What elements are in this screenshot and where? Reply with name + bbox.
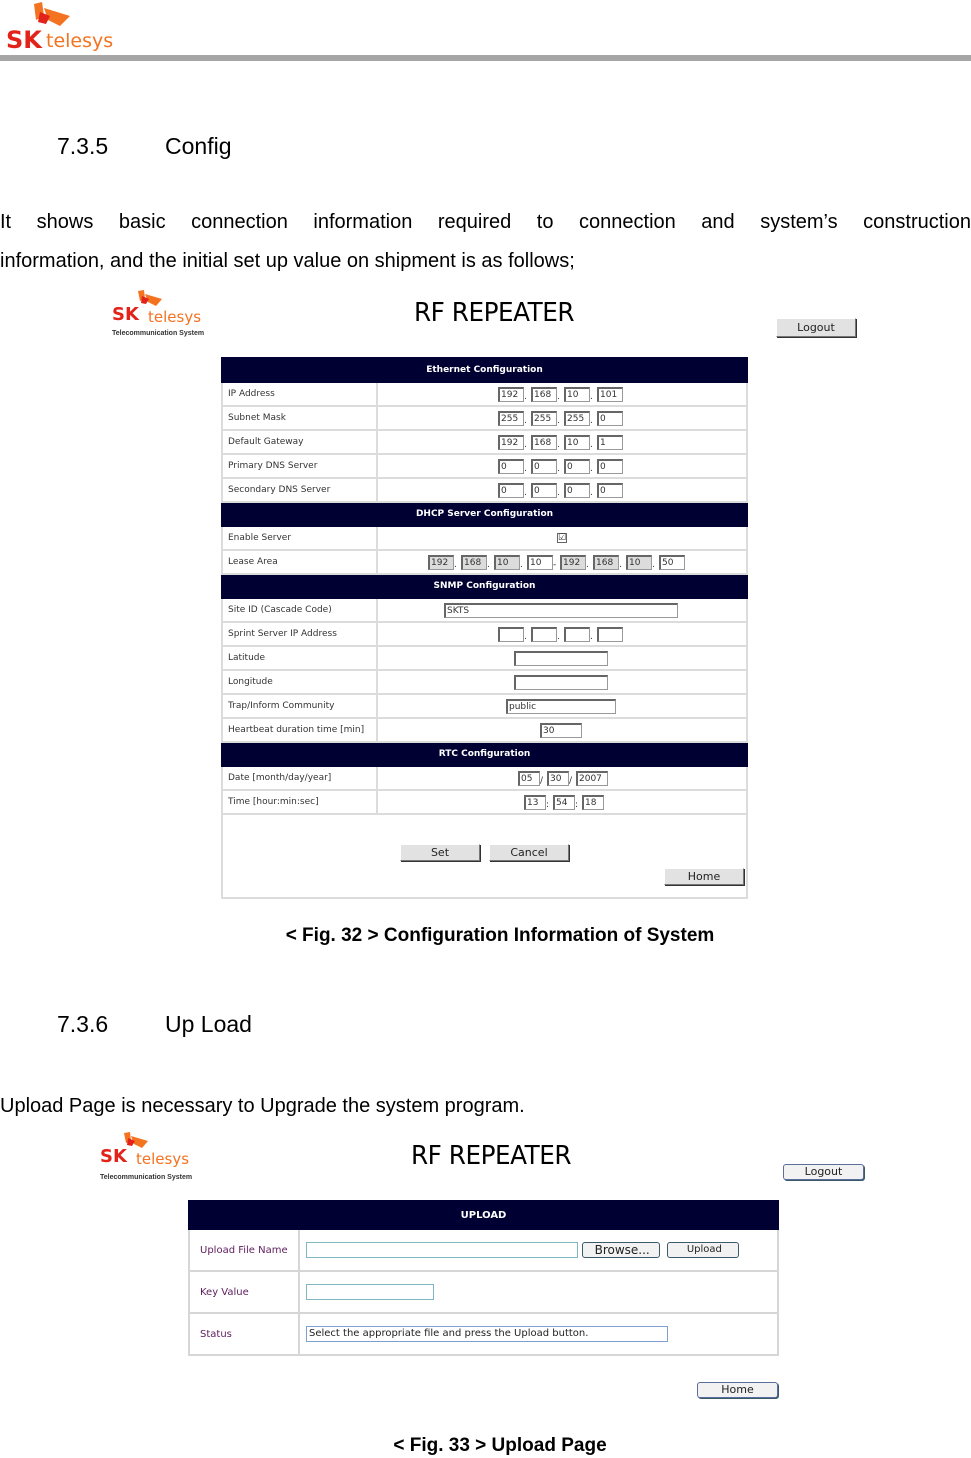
row-secondary-dns: Secondary DNS Server 0.0.0.0 (221, 477, 748, 503)
fig32-config-table: Ethernet Configuration IP Address 192. 16… (221, 357, 748, 899)
longitude-input[interactable] (514, 674, 608, 690)
dns1-octet-3[interactable]: 0 (564, 458, 590, 474)
row-latitude: Latitude (221, 645, 748, 671)
sprint-octet-3[interactable] (564, 626, 590, 642)
fig33-logo: SK telesys Telecommunication System (100, 1132, 230, 1184)
dns1-octet-4[interactable]: 0 (597, 458, 623, 474)
dns2-octet-2[interactable]: 0 (531, 482, 557, 498)
row-enable-server: Enable Server ☑ (221, 525, 748, 551)
date-year-input[interactable]: 2007 (576, 770, 608, 786)
row-upload-file: Upload File Name Browse... Upload (188, 1228, 779, 1272)
section-snmp-header: SNMP Configuration (221, 573, 748, 599)
fig33-home-button[interactable]: Home (697, 1382, 778, 1398)
row-default-gateway: Default Gateway 192. 168. 10. 1 (221, 429, 748, 455)
row-lease-area: Lease Area 192. 168. 10. 10-192. 168. 10. 50 (221, 549, 748, 575)
key-value-input[interactable] (306, 1284, 434, 1300)
row-longitude: Longitude (221, 669, 748, 695)
mask-octet-4[interactable]: 0 (597, 410, 623, 426)
section-736-paragraph: Upload Page is necessary to Upgrade the … (0, 1095, 525, 1117)
row-sprint-server-ip: Sprint Server IP Address ... (221, 621, 748, 647)
row-date: Date [month/day/year] 05/30/2007 (221, 765, 748, 791)
dns1-octet-1[interactable]: 0 (498, 458, 524, 474)
fig32-caption: < Fig. 32 > Configuration Information of… (285, 925, 715, 946)
section-736-title: Up Load (165, 1011, 252, 1037)
section-735-paragraph-2: information, and the initial set up valu… (0, 250, 575, 272)
heartbeat-input[interactable]: 30 (540, 722, 582, 738)
fig32-logo: SK telesys Telecommunication System (112, 290, 242, 342)
trap-community-input[interactable]: public (506, 698, 616, 714)
lease-start-octet-4[interactable]: 10 (527, 554, 553, 570)
gw-octet-4[interactable]: 1 (597, 434, 623, 450)
section-735-paragraph-1: It shows basic connection information re… (0, 211, 971, 233)
lease-end-octet-1: 192 (560, 554, 586, 570)
section-rtc-header: RTC Configuration (221, 741, 748, 767)
lease-start-octet-2: 168 (461, 554, 487, 570)
sprint-octet-1[interactable] (498, 626, 524, 642)
gw-octet-3[interactable]: 10 (564, 434, 590, 450)
time-hour-input[interactable]: 13 (524, 794, 546, 810)
sprint-octet-4[interactable] (597, 626, 623, 642)
row-ip-address: IP Address 192. 168. 10. 101 (221, 381, 748, 407)
gw-octet-1[interactable]: 192 (498, 434, 524, 450)
status-field: Select the appropriate file and press th… (306, 1326, 668, 1342)
section-ethernet-header: Ethernet Configuration (221, 357, 748, 383)
mask-octet-2[interactable]: 255 (531, 410, 557, 426)
ip-octet-2[interactable]: 168 (531, 386, 557, 402)
section-735-number: 7.3.5 (57, 133, 109, 159)
dns2-octet-4[interactable]: 0 (597, 482, 623, 498)
upload-file-input[interactable] (306, 1242, 578, 1258)
row-actions (221, 813, 748, 899)
sprint-octet-2[interactable] (531, 626, 557, 642)
header-divider (0, 55, 971, 61)
mask-octet-3[interactable]: 255 (564, 410, 590, 426)
enable-server-checkbox[interactable]: ☑ (557, 533, 567, 543)
dns2-octet-3[interactable]: 0 (564, 482, 590, 498)
time-min-input[interactable]: 54 (553, 794, 575, 810)
lease-start-octet-3: 10 (494, 554, 520, 570)
ip-octet-4[interactable]: 101 (597, 386, 623, 402)
gw-octet-2[interactable]: 168 (531, 434, 557, 450)
ip-octet-1[interactable]: 192 (498, 386, 524, 402)
dns1-octet-2[interactable]: 0 (531, 458, 557, 474)
row-site-id: Site ID (Cascade Code) SKTS (221, 597, 748, 623)
section-upload-header: UPLOAD (188, 1200, 779, 1230)
row-trap-community: Trap/Inform Community public (221, 693, 748, 719)
upload-button[interactable]: Upload (667, 1242, 740, 1258)
dns2-octet-1[interactable]: 0 (498, 482, 524, 498)
logo-butterfly-icon (138, 290, 162, 306)
row-time: Time [hour:min:sec] 13:54:18 (221, 789, 748, 815)
row-subnet-mask: Subnet Mask 255. 255. 255. 0 (221, 405, 748, 431)
fig33-upload-table: UPLOAD Upload File Name Browse... Upload… (188, 1200, 779, 1356)
cancel-button[interactable]: Cancel (489, 844, 569, 861)
lease-end-octet-2: 168 (593, 554, 619, 570)
lease-start-octet-1: 192 (428, 554, 454, 570)
lease-end-octet-4[interactable]: 50 (659, 554, 685, 570)
fig33-app-title: RF REPEATER (411, 1141, 572, 1171)
mask-octet-1[interactable]: 255 (498, 410, 524, 426)
fig33-logout-button[interactable]: Logout (783, 1164, 864, 1180)
sk-telesys-logo: SK telesys (6, 2, 126, 54)
date-month-input[interactable]: 05 (518, 770, 540, 786)
row-heartbeat: Heartbeat duration time [min] 30 (221, 717, 748, 743)
section-735-title: Config (165, 133, 232, 159)
fig32-logout-button[interactable]: Logout (776, 318, 856, 337)
fig32-home-button[interactable]: Home (664, 868, 744, 885)
section-dhcp-header: DHCP Server Configuration (221, 501, 748, 527)
latitude-input[interactable] (514, 650, 608, 666)
fig33-caption: < Fig. 33 > Upload Page (393, 1435, 607, 1456)
section-736-number: 7.3.6 (57, 1011, 109, 1037)
lease-end-octet-3: 10 (626, 554, 652, 570)
site-id-input[interactable]: SKTS (444, 602, 678, 618)
time-sec-input[interactable]: 18 (582, 794, 604, 810)
row-status: Status Select the appropriate file and p… (188, 1312, 779, 1356)
row-primary-dns: Primary DNS Server 0.0.0.0 (221, 453, 748, 479)
set-button[interactable]: Set (400, 844, 480, 861)
date-day-input[interactable]: 30 (547, 770, 569, 786)
browse-button[interactable]: Browse... (582, 1242, 661, 1258)
ip-octet-3[interactable]: 10 (564, 386, 590, 402)
row-key-value: Key Value (188, 1270, 779, 1314)
fig32-app-title: RF REPEATER (414, 298, 575, 328)
